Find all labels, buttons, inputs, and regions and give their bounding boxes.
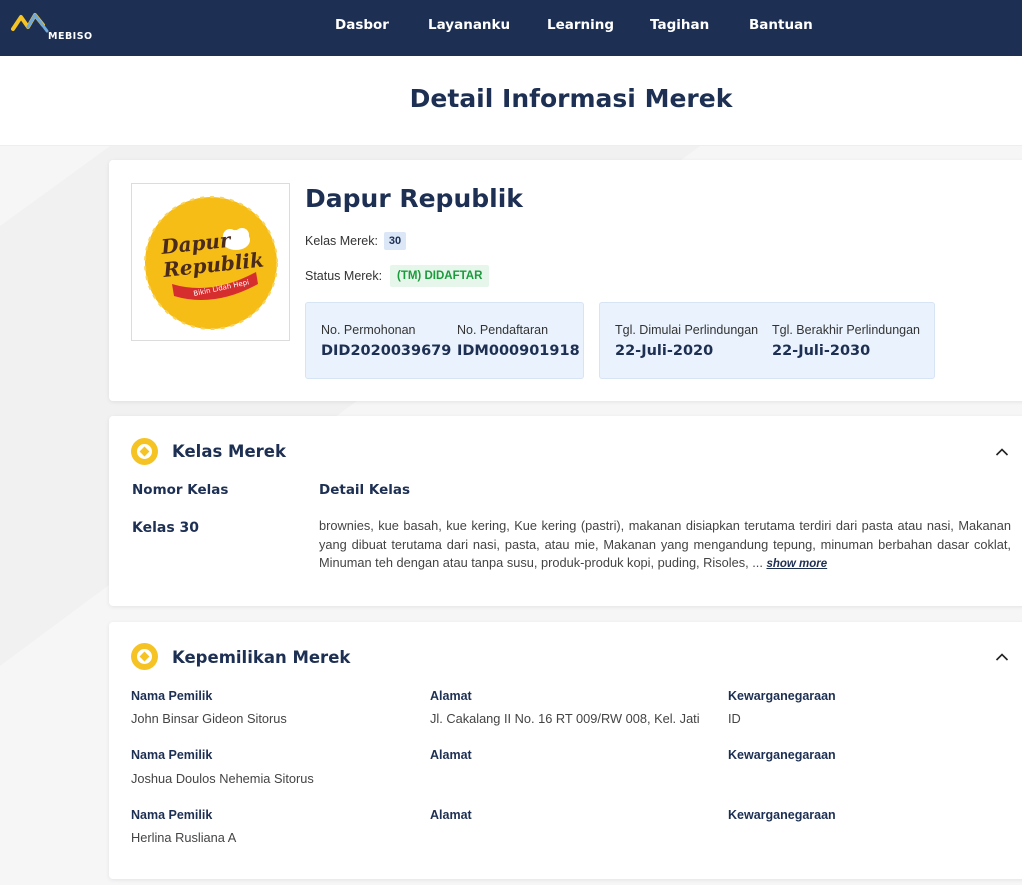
show-more-link[interactable]: show more xyxy=(766,558,827,570)
kelas-section-title: Kelas Merek xyxy=(172,442,286,461)
tgl-berakhir-value: 22-Juli-2030 xyxy=(772,343,871,359)
section-badge-icon xyxy=(131,438,158,465)
owner-address-label: Alamat xyxy=(430,689,472,703)
nav-tagihan[interactable]: Tagihan xyxy=(650,17,709,33)
mebiso-logo[interactable]: MEBISO xyxy=(11,11,103,43)
owner-address-label: Alamat xyxy=(430,808,472,822)
status-merek-label: Status Merek: xyxy=(305,269,383,283)
chevron-up-icon[interactable] xyxy=(995,652,1009,662)
chevron-up-icon[interactable] xyxy=(995,447,1009,457)
no-permohonan-label: No. Permohonan xyxy=(321,323,416,337)
no-pendaftaran-label: No. Pendaftaran xyxy=(457,323,549,337)
tgl-mulai-label: Tgl. Dimulai Perlindungan xyxy=(615,323,759,337)
detail-kelas-value: brownies, kue basah, kue kering, Kue ker… xyxy=(319,518,1011,570)
no-pendaftaran-value: IDM000901918 xyxy=(457,343,580,359)
nomor-kelas-value: Kelas 30 xyxy=(132,520,200,536)
status-badge: (TM) DIDAFTAR xyxy=(390,265,490,287)
owner-name: Joshua Doulos Nehemia Sitorus xyxy=(131,771,314,786)
registration-numbers-box: No. Permohonan DID2020039679 No. Pendaft… xyxy=(305,302,584,379)
owner-citizenship: ID xyxy=(728,711,741,726)
nomor-kelas-header: Nomor Kelas xyxy=(132,482,229,498)
kelas-merek-badge: 30 xyxy=(384,232,406,250)
owner-address: Jl. Cakalang II No. 16 RT 009/RW 008, Ke… xyxy=(430,711,700,726)
brand-name: Dapur Republik xyxy=(305,184,523,213)
owner-citizenship-label: Kewarganegaraan xyxy=(728,689,836,703)
detail-kelas-header: Detail Kelas xyxy=(319,482,411,498)
owner-name-label: Nama Pemilik xyxy=(131,748,213,762)
page-title: Detail Informasi Merek xyxy=(409,84,733,113)
brand-logo-image: Dapur Republik Bikin Lidah Hepi xyxy=(131,183,290,341)
owner-section-title: Kepemilikan Merek xyxy=(172,648,351,667)
owner-name-label: Nama Pemilik xyxy=(131,808,213,822)
tgl-mulai-value: 22-Juli-2020 xyxy=(615,343,714,359)
owner-name: John Binsar Gideon Sitorus xyxy=(131,711,287,726)
owner-name-label: Nama Pemilik xyxy=(131,689,213,703)
no-permohonan-value: DID2020039679 xyxy=(321,343,452,359)
tgl-berakhir-label: Tgl. Berakhir Perlindungan xyxy=(772,323,920,337)
mebiso-logo-mark xyxy=(11,13,49,33)
brand-summary-card: Dapur Republik Bikin Lidah Hepi Dapur Re… xyxy=(109,160,1022,401)
kepemilikan-merek-section: Kepemilikan Merek Nama Pemilik John Bins… xyxy=(109,622,1022,879)
nav-layananku[interactable]: Layananku xyxy=(428,17,510,33)
section-badge-icon xyxy=(131,643,158,670)
top-navbar: MEBISO Dasbor Layananku Learning Tagihan… xyxy=(0,0,1022,56)
kelas-merek-section: Kelas Merek Nomor Kelas Detail Kelas Kel… xyxy=(109,416,1022,606)
kelas-merek-label: Kelas Merek: xyxy=(305,234,378,248)
nav-bantuan[interactable]: Bantuan xyxy=(749,17,813,33)
logo-text: MEBISO xyxy=(48,31,93,42)
nav-dasbor[interactable]: Dasbor xyxy=(335,17,389,33)
owner-citizenship-label: Kewarganegaraan xyxy=(728,808,836,822)
owner-address-label: Alamat xyxy=(430,748,472,762)
owner-name: Herlina Rusliana A xyxy=(131,830,237,845)
detail-kelas-text: brownies, kue basah, kue kering, Kue ker… xyxy=(319,517,1011,574)
owner-citizenship-label: Kewarganegaraan xyxy=(728,748,836,762)
protection-dates-box: Tgl. Dimulai Perlindungan 22-Juli-2020 T… xyxy=(599,302,935,379)
nav-learning[interactable]: Learning xyxy=(547,17,614,33)
